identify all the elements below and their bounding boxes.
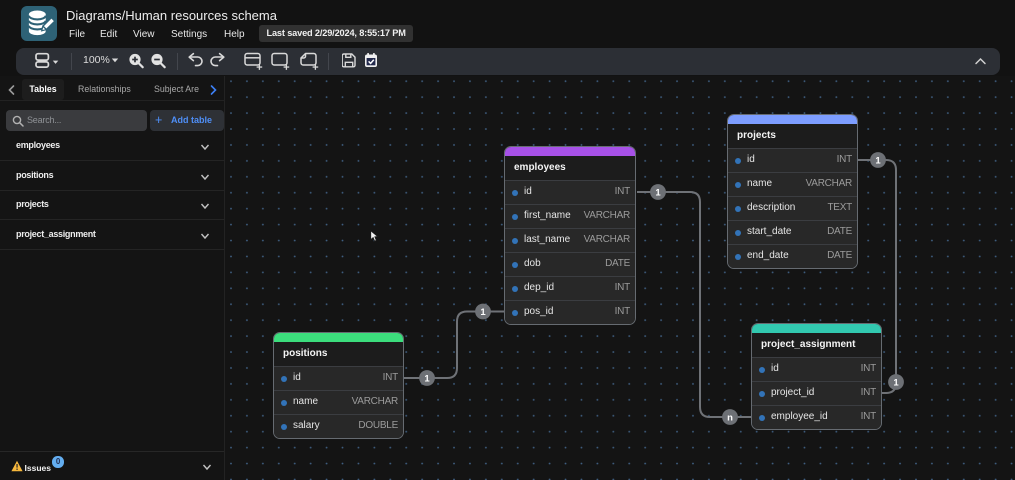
svg-text:1: 1 bbox=[893, 378, 899, 389]
svg-text:1: 1 bbox=[424, 374, 430, 385]
svg-text:1: 1 bbox=[655, 188, 661, 199]
svg-text:1: 1 bbox=[480, 307, 486, 318]
svg-text:n: n bbox=[727, 413, 733, 424]
svg-text:1: 1 bbox=[875, 156, 881, 167]
